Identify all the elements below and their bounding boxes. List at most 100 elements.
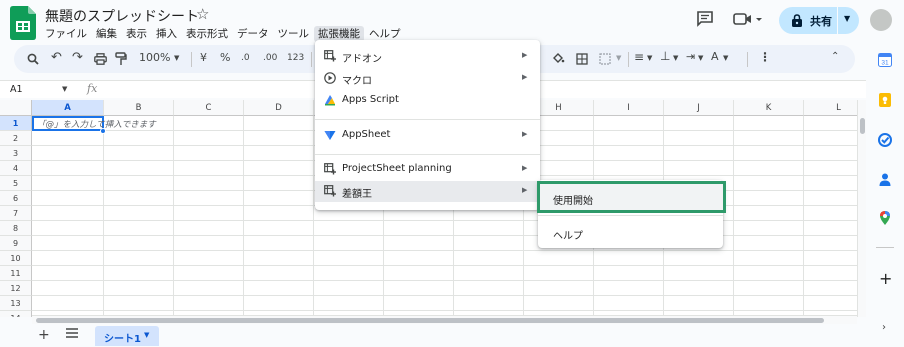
submenu-item-help[interactable]: ヘルプ [538, 217, 723, 247]
calendar-icon[interactable]: 31 [878, 53, 892, 67]
collapse-toolbar-icon[interactable]: ⌃ [831, 51, 839, 62]
column-header[interactable]: J [664, 100, 734, 116]
fx-icon: fx [87, 82, 98, 95]
fill-color-icon[interactable] [552, 52, 565, 65]
menu-item-appsheet[interactable]: AppSheet ▶ [315, 125, 540, 146]
add-addon-icon[interactable]: + [879, 269, 892, 288]
percent-format-button[interactable]: % [220, 51, 230, 64]
row-header[interactable]: 7 [0, 206, 32, 221]
sheets-logo-icon[interactable] [10, 6, 36, 40]
all-sheets-icon[interactable] [66, 328, 78, 338]
row-header[interactable]: 1 [0, 116, 32, 131]
add-sheet-icon[interactable]: + [38, 327, 50, 343]
menu-item-label: Apps Script [342, 94, 399, 105]
chevron-down-icon[interactable]: ▼ [844, 14, 850, 23]
column-header[interactable]: B [104, 100, 174, 116]
expand-panel-icon[interactable]: › [882, 322, 886, 333]
keep-icon[interactable] [878, 93, 892, 107]
row-header[interactable]: 8 [0, 221, 32, 236]
star-icon[interactable]: ☆ [196, 5, 209, 23]
zoom-caret-icon[interactable]: ▼ [174, 54, 179, 62]
number-format-button[interactable]: 123 [287, 53, 304, 63]
row-header[interactable]: 2 [0, 131, 32, 146]
print-icon[interactable] [94, 53, 107, 65]
share-button[interactable]: 共有 ▼ [779, 7, 859, 34]
row-header[interactable]: 6 [0, 191, 32, 206]
column-header[interactable]: D [244, 100, 314, 116]
vertical-scrollbar[interactable] [857, 100, 866, 317]
increase-decimal-button[interactable]: .00 [263, 53, 277, 63]
menu-item-label: AppSheet [342, 129, 391, 140]
meet-icon[interactable] [733, 12, 763, 26]
extensions-menu: アドオン ▶ マクロ ▶ Apps Script AppSheet ▶ Proj… [315, 40, 540, 210]
horizontal-scrollbar[interactable] [32, 315, 857, 324]
align-caret-icon[interactable]: ▼ [647, 54, 652, 62]
avatar[interactable] [870, 9, 892, 31]
vertical-scroll-thumb[interactable] [860, 118, 865, 134]
more-options-icon[interactable]: ⋮ [759, 50, 771, 64]
menu-edit[interactable]: 編集 [96, 26, 117, 42]
row-header[interactable]: 9 [0, 236, 32, 251]
submenu-arrow-icon: ▶ [522, 130, 528, 138]
paint-format-icon[interactable] [115, 52, 127, 66]
row-header[interactable]: 11 [0, 266, 32, 281]
menu-item-macros[interactable]: マクロ ▶ [315, 68, 540, 89]
row-header[interactable]: 13 [0, 296, 32, 311]
wrap-caret-icon[interactable]: ▼ [698, 54, 703, 62]
menu-item-projectsheet[interactable]: ProjectSheet planning ▶ [315, 159, 540, 180]
name-box[interactable]: A1 [10, 84, 23, 95]
vertical-align-icon[interactable]: ⊥ [660, 49, 670, 63]
rotation-caret-icon[interactable]: ▼ [723, 54, 728, 62]
text-rotation-icon[interactable]: A [711, 50, 719, 63]
contacts-icon[interactable] [878, 172, 892, 186]
menu-file[interactable]: ファイル [45, 26, 87, 42]
menu-format[interactable]: 表示形式 [186, 26, 228, 42]
name-box-caret-icon[interactable]: ▼ [62, 85, 67, 93]
decrease-decimal-button[interactable]: .0 [241, 53, 250, 63]
column-header[interactable]: C [174, 100, 244, 116]
row-header[interactable]: 10 [0, 251, 32, 266]
column-header[interactable]: I [594, 100, 664, 116]
menu-tools[interactable]: ツール [278, 26, 310, 42]
select-all-corner[interactable] [0, 100, 32, 116]
horizontal-scroll-thumb[interactable] [36, 318, 824, 323]
document-title[interactable]: 無題のスプレッドシート [45, 6, 199, 26]
menu-item-label: アドオン [342, 54, 382, 65]
submenu-arrow-icon: ▶ [522, 73, 528, 81]
comment-icon[interactable] [696, 11, 714, 27]
merge-caret-icon[interactable]: ▼ [616, 54, 621, 62]
menu-view[interactable]: 表示 [126, 26, 147, 42]
text-wrap-icon[interactable]: ⇥ [686, 50, 695, 63]
tasks-icon[interactable] [878, 133, 892, 147]
menu-item-label: ProjectSheet planning [342, 163, 452, 174]
svg-text:31: 31 [881, 60, 889, 67]
menu-item-addons[interactable]: アドオン ▶ [315, 46, 540, 67]
submenu-arrow-icon: ▶ [522, 51, 528, 59]
currency-format-button[interactable]: ¥ [200, 51, 207, 64]
maps-icon[interactable] [878, 211, 892, 225]
row-header[interactable]: 14 [0, 311, 32, 317]
undo-icon[interactable]: ↶ [51, 50, 62, 65]
column-header[interactable]: L [804, 100, 857, 116]
row-header[interactable]: 12 [0, 281, 32, 296]
merge-cells-icon[interactable] [599, 53, 611, 65]
menu-item-apps-script[interactable]: Apps Script [315, 90, 540, 111]
menu-insert[interactable]: 挿入 [156, 26, 177, 42]
column-header[interactable]: A [32, 100, 104, 116]
search-icon[interactable] [27, 53, 39, 65]
redo-icon[interactable]: ↷ [72, 50, 83, 65]
valign-caret-icon[interactable]: ▼ [673, 54, 678, 62]
zoom-select[interactable]: 100% [139, 51, 170, 64]
row-header[interactable]: 3 [0, 146, 32, 161]
horizontal-align-icon[interactable]: ≡ [634, 50, 644, 64]
row-header[interactable]: 5 [0, 176, 32, 191]
row-header[interactable]: 4 [0, 161, 32, 176]
menu-item-label: マクロ [342, 76, 372, 87]
chevron-down-icon[interactable]: ▼ [144, 331, 149, 339]
menu-item-sagakuou[interactable]: 差額王 ▶ [315, 181, 540, 202]
borders-icon[interactable] [576, 53, 588, 65]
menu-data[interactable]: データ [237, 26, 269, 42]
addon-icon [324, 185, 336, 197]
column-header[interactable]: K [734, 100, 804, 116]
sheet-tab[interactable]: シート1 ▼ [95, 326, 159, 346]
